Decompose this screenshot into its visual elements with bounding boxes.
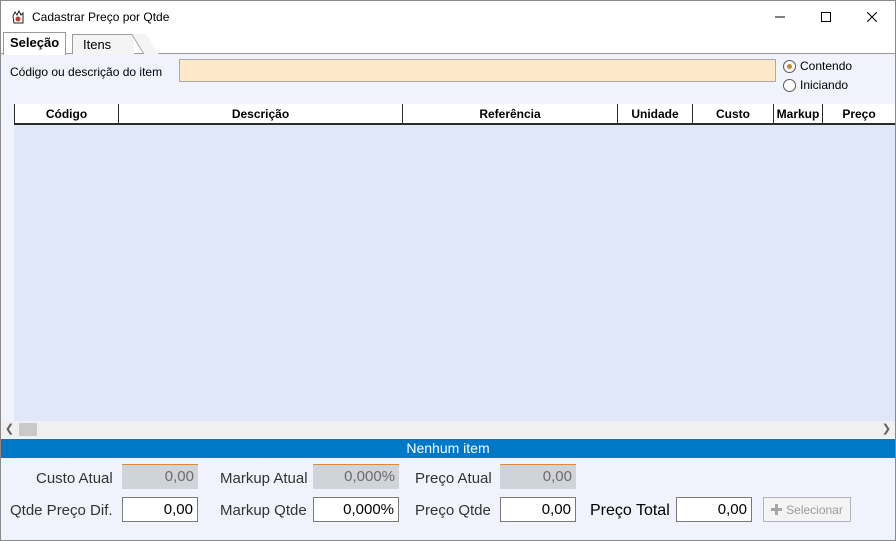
scroll-thumb[interactable] <box>19 423 37 436</box>
preco-qtde-input[interactable]: 0,00 <box>500 497 576 522</box>
window-title: Cadastrar Preço por Qtde <box>32 10 170 24</box>
custo-atual-field: 0,00 <box>122 464 198 489</box>
scroll-right-icon[interactable]: ❯ <box>878 421 895 438</box>
radio-contendo[interactable]: Contendo <box>783 58 852 74</box>
markup-qtde-label: Markup Qtde <box>220 502 307 519</box>
tab-strip: Seleção Itens <box>1 32 895 55</box>
preco-atual-label: Preço Atual <box>415 470 492 487</box>
scroll-left-icon[interactable]: ❮ <box>1 421 18 438</box>
search-input[interactable] <box>179 59 776 82</box>
close-button[interactable] <box>849 1 895 32</box>
column-header-custo[interactable]: Custo <box>692 104 773 125</box>
radio-contendo-label: Contendo <box>800 59 853 73</box>
app-icon <box>12 9 24 24</box>
custo-atual-label: Custo Atual <box>36 470 113 487</box>
grid-header: Código Descrição Referência Unidade Cust… <box>14 104 895 125</box>
items-grid[interactable]: Código Descrição Referência Unidade Cust… <box>14 104 895 421</box>
title-bar: Cadastrar Preço por Qtde <box>1 1 895 32</box>
column-header-unidade[interactable]: Unidade <box>617 104 692 125</box>
maximize-icon <box>821 11 831 22</box>
horizontal-scrollbar[interactable]: ❮ ❯ <box>1 421 895 438</box>
preco-total-label: Preço Total <box>590 502 670 519</box>
qtde-preco-dif-label: Qtde Preço Dif. <box>10 502 113 519</box>
radio-unchecked-icon <box>783 78 796 92</box>
tab-itens[interactable]: Itens <box>72 34 134 55</box>
markup-atual-label: Markup Atual <box>220 470 308 487</box>
minimize-icon <box>775 16 785 17</box>
column-header-preco[interactable]: Preço <box>822 104 895 125</box>
preco-atual-field: 0,00 <box>500 464 576 489</box>
selection-panel: Código ou descrição do item Contendo Ini… <box>1 54 895 540</box>
markup-atual-field: 0,000% <box>313 464 399 489</box>
plus-icon <box>771 504 783 515</box>
close-icon <box>867 11 877 22</box>
search-label: Código ou descrição do item <box>10 65 163 79</box>
radio-checked-icon <box>783 59 796 73</box>
radio-iniciando-label: Iniciando <box>800 78 849 92</box>
selecionar-label: Selecionar <box>786 502 843 517</box>
qtde-preco-dif-input[interactable]: 0,00 <box>122 497 198 522</box>
main-window: Cadastrar Preço por Qtde Seleção Itens C… <box>0 0 896 541</box>
radio-iniciando[interactable]: Iniciando <box>783 77 848 93</box>
minimize-button[interactable] <box>757 1 803 32</box>
column-header-markup[interactable]: Markup <box>773 104 822 125</box>
column-header-codigo[interactable]: Código <box>14 104 118 125</box>
selecionar-button[interactable]: Selecionar <box>763 497 851 522</box>
maximize-button[interactable] <box>803 1 849 32</box>
preco-qtde-label: Preço Qtde <box>415 502 491 519</box>
column-header-referencia[interactable]: Referência <box>402 104 617 125</box>
preco-total-input[interactable]: 0,00 <box>676 497 752 522</box>
markup-qtde-input[interactable]: 0,000% <box>313 497 399 522</box>
column-header-descricao[interactable]: Descrição <box>118 104 402 125</box>
tab-selecao[interactable]: Seleção <box>3 32 67 55</box>
status-bar: Nenhum item <box>1 439 895 458</box>
